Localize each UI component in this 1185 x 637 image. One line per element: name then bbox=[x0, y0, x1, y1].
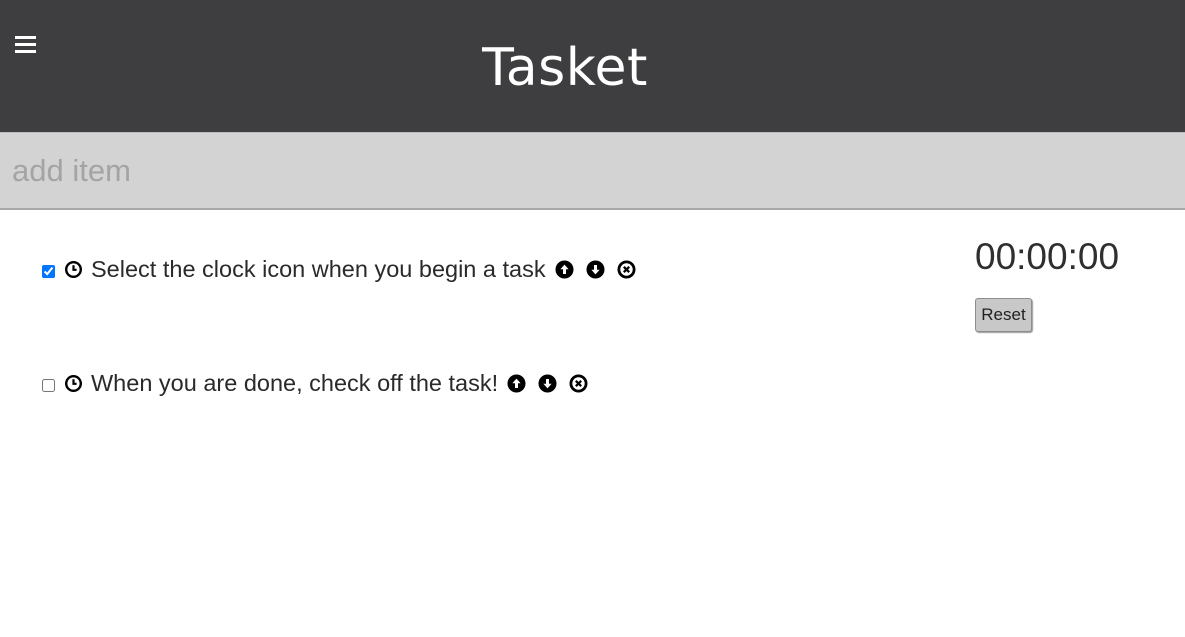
task-item: Select the clock icon when you begin a t… bbox=[42, 254, 636, 284]
add-item-input[interactable] bbox=[0, 133, 1185, 208]
app-title: Tasket bbox=[482, 38, 648, 98]
delete-icon[interactable] bbox=[617, 260, 636, 279]
clock-icon[interactable] bbox=[64, 260, 83, 279]
task-checkbox[interactable] bbox=[42, 378, 55, 392]
task-text: When you are done, check off the task! bbox=[91, 369, 499, 396]
task-text: Select the clock icon when you begin a t… bbox=[91, 255, 546, 282]
delete-icon[interactable] bbox=[569, 374, 588, 393]
move-up-icon[interactable] bbox=[555, 260, 574, 279]
timer-display: 00:00:00 bbox=[975, 236, 1120, 277]
task-checkbox[interactable] bbox=[42, 264, 55, 278]
move-up-icon[interactable] bbox=[507, 374, 526, 393]
task-item: When you are done, check off the task! bbox=[42, 368, 588, 398]
add-item-bar bbox=[0, 132, 1185, 210]
reset-button[interactable]: Reset bbox=[975, 298, 1032, 332]
move-down-icon[interactable] bbox=[586, 260, 605, 279]
app-header: Tasket bbox=[0, 0, 1185, 132]
move-down-icon[interactable] bbox=[538, 374, 557, 393]
clock-icon[interactable] bbox=[64, 374, 83, 393]
